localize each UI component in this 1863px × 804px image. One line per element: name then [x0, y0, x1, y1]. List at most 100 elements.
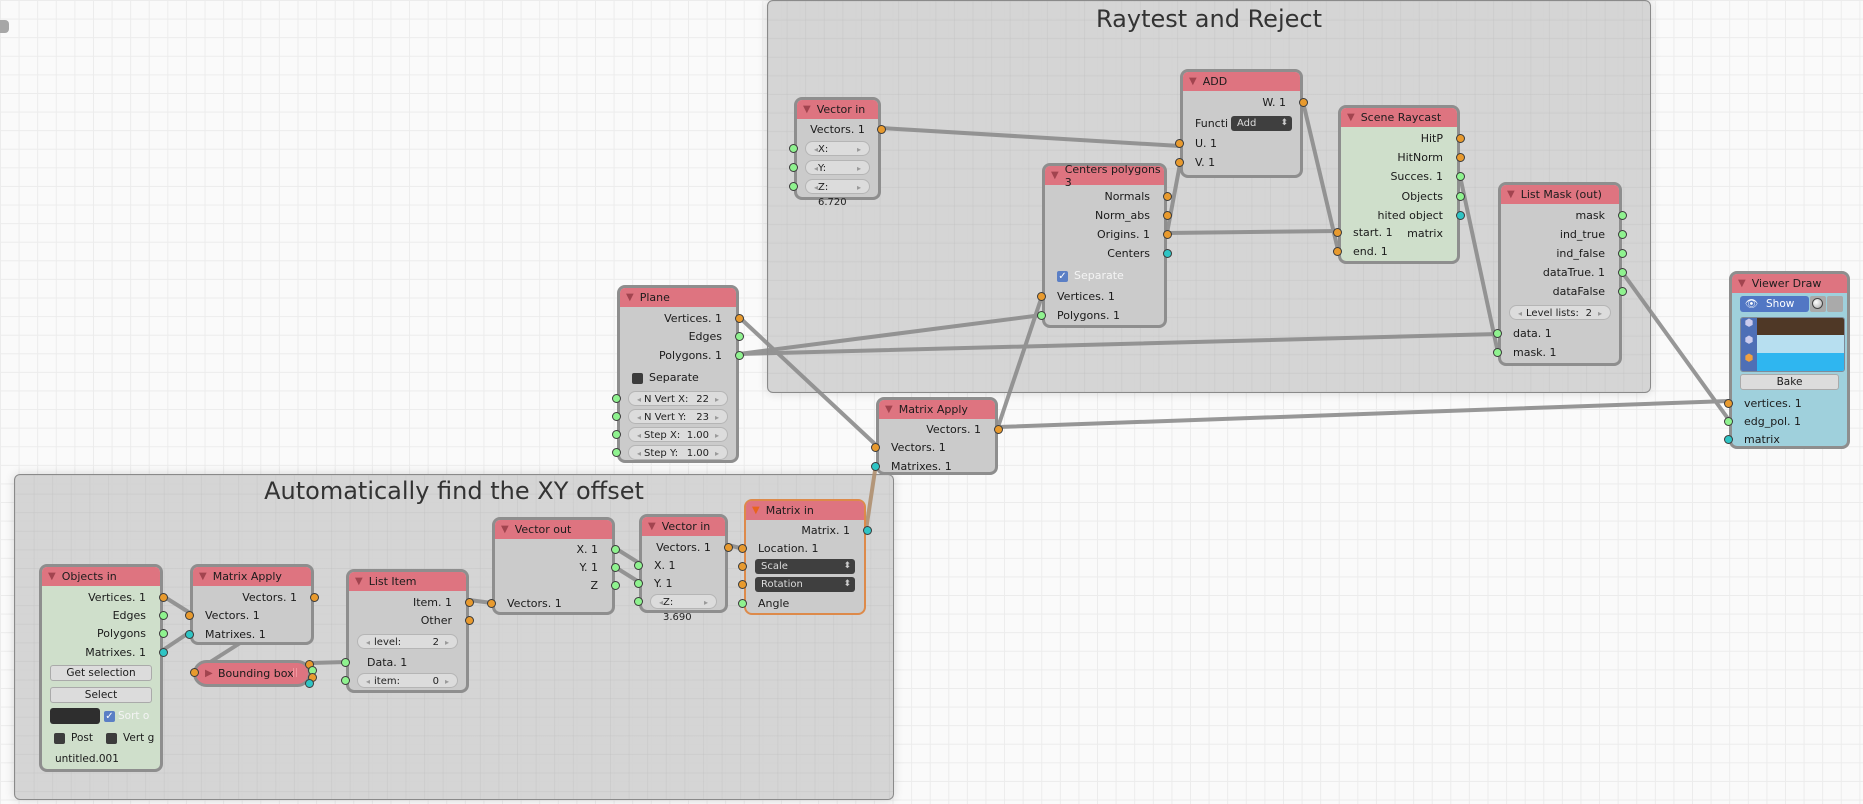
collapse-triangle-icon[interactable]: ▼ [355, 576, 363, 587]
other-output-socket[interactable] [465, 616, 474, 625]
node-objects-in[interactable]: ▼ Objects in Vertices. 1 Edges Polygons M… [39, 564, 168, 772]
matrix-input-socket[interactable] [1724, 435, 1733, 444]
level-field[interactable]: ◂ level: 2 ▸ [357, 634, 458, 649]
origins-output-socket[interactable] [1163, 230, 1172, 239]
collapse-triangle-icon[interactable]: ▼ [501, 524, 509, 535]
node-header[interactable]: ▼ Viewer Draw [1732, 274, 1847, 293]
vectors-output-socket[interactable] [994, 425, 1003, 434]
mask-output-socket[interactable] [1618, 211, 1627, 220]
ind-false-output-socket[interactable] [1618, 249, 1627, 258]
collapse-triangle-icon[interactable]: ▼ [1507, 189, 1515, 200]
x-input-socket[interactable] [634, 561, 643, 570]
matrixes-input-socket[interactable] [871, 462, 880, 471]
node-header[interactable]: ▼ Centers polygons 3 [1045, 163, 1164, 189]
post-checkbox-row[interactable]: Post [54, 731, 93, 745]
node-header[interactable]: ▼ ADD [1183, 72, 1300, 91]
y-input-socket[interactable] [789, 163, 798, 172]
matrix-output-socket[interactable] [1456, 211, 1465, 220]
hitnorm-output-socket[interactable] [1456, 153, 1465, 162]
objects-output-socket[interactable] [1456, 192, 1465, 201]
collapse-triangle-icon[interactable]: ▼ [752, 505, 760, 516]
node-list-item[interactable]: ▼ List Item Item. 1 Other ◂ level: 2 ▸ Data.… [341, 569, 474, 693]
edge-color-swatch[interactable] [1757, 335, 1844, 353]
y-output-socket[interactable] [611, 563, 620, 572]
node-header[interactable]: ▼ Matrix Apply [879, 400, 995, 419]
n-vert-y-field[interactable]: ◂ N Vert Y: 23 ▸ [628, 409, 728, 424]
n-vert-x-field[interactable]: ◂ N Vert X: 22 ▸ [628, 391, 728, 406]
x-output-socket[interactable] [611, 545, 620, 554]
node-matrix-in[interactable]: ▼ Matrix in Matrix. 1 Location. 1 Scale R… [738, 499, 872, 615]
node-header[interactable]: ▼ List Item [349, 572, 466, 591]
bake-button[interactable]: Bake [1740, 374, 1839, 390]
input-socket[interactable] [190, 668, 199, 677]
matrix-output-socket[interactable] [863, 526, 872, 535]
separate-checkbox[interactable] [632, 372, 643, 384]
separate-checkbox[interactable]: ✓ [1057, 270, 1068, 282]
collapse-triangle-icon[interactable]: ▼ [803, 104, 811, 115]
post-checkbox[interactable] [54, 732, 65, 744]
vertex-color-row[interactable]: ⬢ [1741, 318, 1844, 335]
y-input-socket[interactable] [634, 579, 643, 588]
vert-checkbox-row[interactable]: Vert g [106, 731, 154, 745]
vectors-input-socket[interactable] [185, 611, 194, 620]
n-vert-y-socket[interactable] [612, 412, 621, 421]
node-vector-in[interactable]: ▼ Vector in Vectors. 1 X. 1 Y. 1 ◂ Z: 3.69… [634, 514, 733, 623]
face-color-swatch[interactable] [1757, 353, 1844, 371]
angle-input-socket[interactable] [738, 599, 747, 608]
vector-output-socket[interactable] [877, 125, 886, 134]
node-header[interactable]: ▼ Matrix Apply [193, 567, 311, 586]
face-color-row[interactable]: ⬢ [1741, 353, 1844, 371]
vertex-color-swatch[interactable] [1757, 318, 1844, 335]
datafalse-output-socket[interactable] [1618, 287, 1627, 296]
node-add[interactable]: ▼ ADD W. 1 FunctiAdd U. 1 V. 1 [1175, 69, 1308, 178]
node-header[interactable]: ▼ Vector in [797, 100, 878, 119]
edges-output-socket[interactable] [735, 332, 744, 341]
ind-true-output-socket[interactable] [1618, 230, 1627, 239]
collapse-triangle-icon[interactable]: ▼ [48, 571, 56, 582]
polygons-output-socket[interactable] [735, 351, 744, 360]
u-input-socket[interactable] [1175, 139, 1184, 148]
w-output-socket[interactable] [1299, 98, 1308, 107]
vectors-output-socket[interactable] [310, 593, 319, 602]
mask-input-socket[interactable] [1493, 348, 1502, 357]
vectors-output-socket[interactable] [724, 543, 733, 552]
node-vector-in[interactable]: ▼ Vector in Vectors. 1 ◂X: 0.000▸ ◂Y: 0.0… [789, 97, 886, 208]
location-input-socket[interactable] [738, 544, 747, 553]
node-vector-out[interactable]: ▼ Vector out X. 1 Y. 1 Z Vectors. 1 [487, 517, 620, 615]
node-plane[interactable]: ▼ Plane Vertices. 1 Edges Polygons. 1 Sep… [612, 285, 744, 463]
rotation-dropdown[interactable]: Rotation [755, 577, 855, 592]
item-output-socket[interactable] [465, 598, 474, 607]
function-dropdown[interactable]: Add [1231, 116, 1292, 131]
z-field[interactable]: ◂ Z: 3.690 ▸ [650, 594, 717, 623]
z-input-socket[interactable] [789, 182, 798, 191]
edges-output-socket[interactable] [159, 611, 168, 620]
node-header[interactable]: ▼ Plane [620, 288, 736, 307]
collapse-triangle-icon[interactable]: ▼ [1347, 112, 1355, 123]
node-viewer-draw[interactable]: ▼ Viewer Draw 👁 Show ⬢ ⬢ ⬢ Bake vertices.… [1724, 271, 1850, 449]
step-y-field[interactable]: ◂ Step Y: 1.00 ▸ [628, 445, 728, 460]
collapse-triangle-icon[interactable]: ▼ [885, 404, 893, 415]
x-input-socket[interactable] [789, 144, 798, 153]
node-header[interactable]: ▼ Scene Raycast [1341, 108, 1457, 127]
edg-pol-input-socket[interactable] [1724, 417, 1733, 426]
level-lists-field[interactable]: ◂ Level lists: 2 ▸ [1509, 305, 1611, 320]
z-field[interactable]: ◂ Z: 6.720 ▸ [805, 179, 870, 208]
scale-dropdown[interactable]: Scale [755, 559, 855, 574]
node-header[interactable]: ▼ Vector out [495, 520, 612, 539]
item-field[interactable]: ◂ item: 0 ▸ [357, 673, 458, 688]
vertices-input-socket[interactable] [1037, 292, 1046, 301]
z-input-socket[interactable] [634, 597, 643, 606]
datatrue-output-socket[interactable] [1618, 268, 1627, 277]
normals-output-socket[interactable] [1163, 192, 1172, 201]
node-header[interactable]: ▼ Objects in [42, 567, 160, 586]
vertices-input-socket[interactable] [1724, 399, 1733, 408]
node-scene-raycast[interactable]: ▼ Scene Raycast HitP HitNorm Succes. 1 Ob… [1333, 105, 1465, 264]
select-button[interactable]: Select [50, 687, 152, 703]
collapse-triangle-icon[interactable]: ▼ [199, 571, 207, 582]
matrixes-output-socket[interactable] [159, 648, 168, 657]
end-input-socket[interactable] [1333, 247, 1342, 256]
polygons-output-socket[interactable] [159, 629, 168, 638]
node-matrix-apply[interactable]: ▼ Matrix Apply Vectors. 1 Vectors. 1 Matr… [185, 564, 319, 645]
norm-abs-output-socket[interactable] [1163, 211, 1172, 220]
separate-checkbox-row[interactable]: ✓ Separate [1045, 267, 1164, 285]
